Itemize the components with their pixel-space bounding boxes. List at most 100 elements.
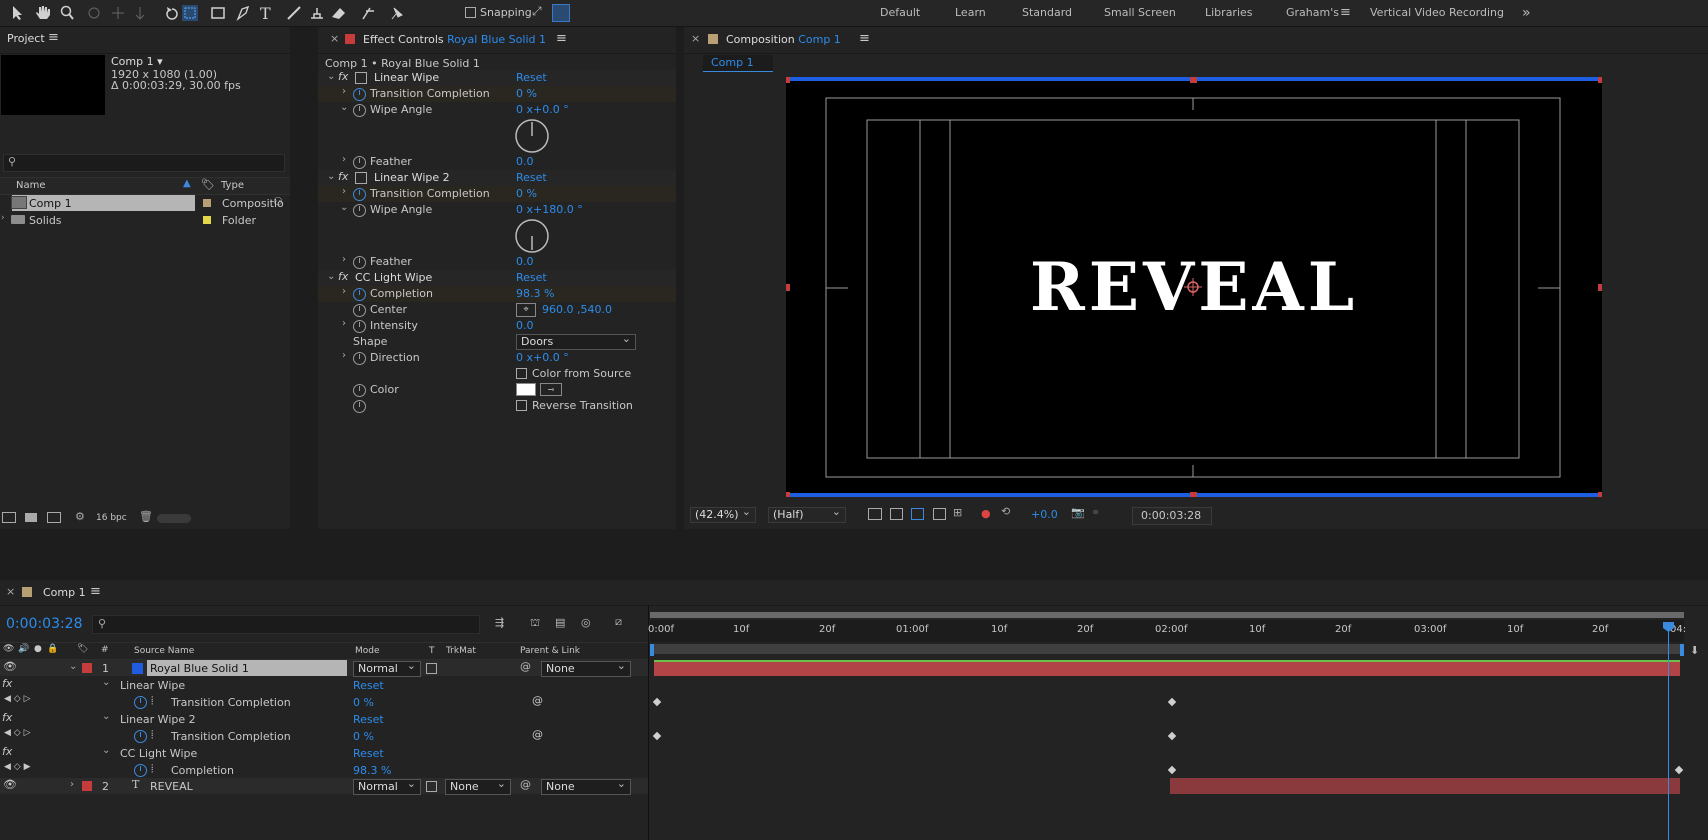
crosshair-icon[interactable]: ⌖: [516, 303, 536, 317]
workspace-standard[interactable]: Standard: [1022, 0, 1072, 26]
snapping-options-icon[interactable]: ⤢: [532, 4, 546, 18]
trkmat-col[interactable]: TrkMat: [446, 646, 476, 656]
prop-value[interactable]: 0 %: [516, 187, 537, 200]
toggle-mask-icon[interactable]: [933, 508, 946, 520]
snapshot-marker-icon[interactable]: ⬇: [1690, 644, 1699, 657]
graph-icon[interactable]: ⦙: [151, 762, 153, 776]
roto-brush-icon[interactable]: [362, 7, 374, 20]
show-snapshot-icon[interactable]: ⚭: [1091, 506, 1100, 519]
pick-whip-icon[interactable]: @: [520, 778, 531, 791]
color-from-source-checkbox[interactable]: [516, 368, 527, 379]
stopwatch-icon[interactable]: [353, 400, 366, 413]
dolly-camera-icon[interactable]: [135, 7, 145, 20]
close-icon[interactable]: ×: [6, 585, 15, 598]
effect-controls-menu-icon[interactable]: ≡: [556, 31, 567, 46]
fx-icon[interactable]: fx: [338, 70, 348, 83]
panel-lock-icon[interactable]: [345, 34, 355, 44]
bpc-button[interactable]: 16 bpc: [96, 513, 127, 523]
resolution-dropdown[interactable]: (Half): [768, 505, 846, 523]
keyframe[interactable]: [652, 731, 662, 741]
workspace-vertical-video[interactable]: Vertical Video Recording: [1370, 0, 1504, 26]
color-swatch[interactable]: [516, 383, 536, 396]
reset-button[interactable]: Reset: [516, 271, 547, 284]
reset-exposure-icon[interactable]: ⟲: [1001, 505, 1010, 518]
expand-arrow-icon[interactable]: ›: [342, 254, 346, 265]
prop-value[interactable]: 0 x+0.0 °: [516, 103, 569, 116]
stopwatch-icon[interactable]: [353, 104, 366, 117]
expand-arrow-icon[interactable]: ›: [70, 779, 74, 790]
keyframe[interactable]: [1167, 731, 1177, 741]
expand-arrow-icon[interactable]: ›: [1, 213, 5, 223]
stopwatch-icon[interactable]: [353, 288, 366, 301]
layer-duration-bar[interactable]: [654, 660, 1680, 676]
graph-editor-icon[interactable]: ⧄: [615, 615, 622, 629]
label-column-icon[interactable]: 🏷: [201, 178, 215, 191]
comp-canvas[interactable]: REVEAL: [786, 77, 1602, 497]
track-matte-toggle[interactable]: [426, 663, 437, 674]
project-item-row[interactable]: › Solids Folder: [0, 212, 290, 228]
timeline-divider[interactable]: [648, 605, 649, 840]
rgb-channels-icon[interactable]: ●: [981, 507, 991, 520]
grid-guides-icon[interactable]: ⊞: [953, 506, 962, 519]
keyframe-nav-icon[interactable]: ◀ ◇ ▷: [4, 728, 31, 738]
effect-row-cc-light-wipe[interactable]: ⌄ fx CC Light Wipe Reset: [318, 270, 676, 286]
viewer-timecode[interactable]: 0:00:03:28: [1132, 507, 1212, 525]
reset-button[interactable]: Reset: [353, 713, 384, 726]
keyframe-nav-icon[interactable]: ◀ ◇ ▶: [4, 762, 31, 772]
collapse-arrow-icon[interactable]: ⌄: [327, 271, 335, 282]
stopwatch-icon[interactable]: [353, 320, 366, 333]
layer-row[interactable]: 👁 ⌄ 1 Royal Blue Solid 1 Normal @ None: [0, 659, 648, 677]
current-time-display[interactable]: 0:00:03:28: [6, 616, 83, 632]
parent-col[interactable]: Parent & Link: [520, 646, 580, 656]
stopwatch-icon[interactable]: [353, 384, 366, 397]
project-search-input[interactable]: ⚲: [3, 154, 285, 172]
pan-camera-icon[interactable]: [112, 7, 124, 19]
timeline-search-input[interactable]: ⚲: [92, 615, 480, 634]
snapshot-icon[interactable]: [868, 508, 882, 520]
parent-dropdown[interactable]: None: [541, 659, 631, 677]
draft-3d-icon[interactable]: ⛫: [530, 616, 540, 631]
prop-value[interactable]: 960.0 ,540.0: [542, 303, 612, 316]
transparency-grid-icon[interactable]: [890, 508, 903, 520]
pen-tool-icon[interactable]: [236, 5, 250, 21]
stopwatch-icon[interactable]: [353, 188, 366, 201]
snap-edges-icon[interactable]: [552, 4, 570, 22]
property-value[interactable]: 0 %: [353, 730, 374, 743]
mode-col[interactable]: Mode: [355, 646, 380, 656]
camera-snapshot-icon[interactable]: 📷: [1071, 506, 1085, 519]
composition-menu-icon[interactable]: ≡: [859, 31, 870, 46]
layer-name[interactable]: Royal Blue Solid 1: [147, 660, 347, 676]
type-tool-icon[interactable]: T: [260, 5, 271, 21]
graph-icon[interactable]: ⦙: [151, 694, 153, 708]
stopwatch-icon[interactable]: [353, 256, 366, 269]
rotate-tool-icon[interactable]: [166, 7, 178, 20]
close-icon[interactable]: ×: [691, 32, 700, 45]
layer-duration-bar[interactable]: [1170, 778, 1680, 794]
layer-name[interactable]: REVEAL: [150, 780, 193, 793]
fx-icon[interactable]: fx: [338, 170, 348, 183]
workspace-overflow-icon[interactable]: »: [1522, 0, 1531, 26]
prop-value[interactable]: 0 x+180.0 °: [516, 203, 583, 216]
collapse-arrow-icon[interactable]: ⌄: [340, 102, 348, 113]
effect-row-linear-wipe-2[interactable]: ⌄ fx Linear Wipe 2 Reset: [318, 170, 676, 186]
effect-row-linear-wipe[interactable]: ⌄ fx Linear Wipe Reset: [318, 70, 676, 86]
stopwatch-icon[interactable]: [353, 156, 366, 169]
reset-button[interactable]: Reset: [516, 71, 547, 84]
expression-pickwhip-icon[interactable]: @: [532, 728, 543, 741]
pick-whip-icon[interactable]: @: [520, 660, 531, 673]
prop-value[interactable]: 0.0: [516, 155, 534, 168]
orbit-camera-icon[interactable]: [88, 7, 100, 19]
angle-dial[interactable]: [514, 218, 550, 254]
expand-arrow-icon[interactable]: ›: [342, 350, 346, 361]
fx-icon[interactable]: fx: [2, 711, 12, 724]
expand-arrow-icon[interactable]: ›: [342, 154, 346, 165]
viewer[interactable]: REVEAL: [684, 75, 1708, 501]
anchor-point-icon[interactable]: [1184, 278, 1202, 296]
prop-value[interactable]: 0.0: [516, 255, 534, 268]
anchor-tool-icon[interactable]: [182, 5, 198, 21]
workspace-small-screen[interactable]: Small Screen: [1104, 0, 1176, 26]
collapse-arrow-icon[interactable]: ⌄: [102, 711, 110, 722]
layer-row[interactable]: 👁 › 2 T REVEAL Normal None @ None: [0, 777, 648, 795]
collapse-arrow-icon[interactable]: ⌄: [327, 71, 335, 82]
project-tab[interactable]: Project: [7, 32, 45, 45]
